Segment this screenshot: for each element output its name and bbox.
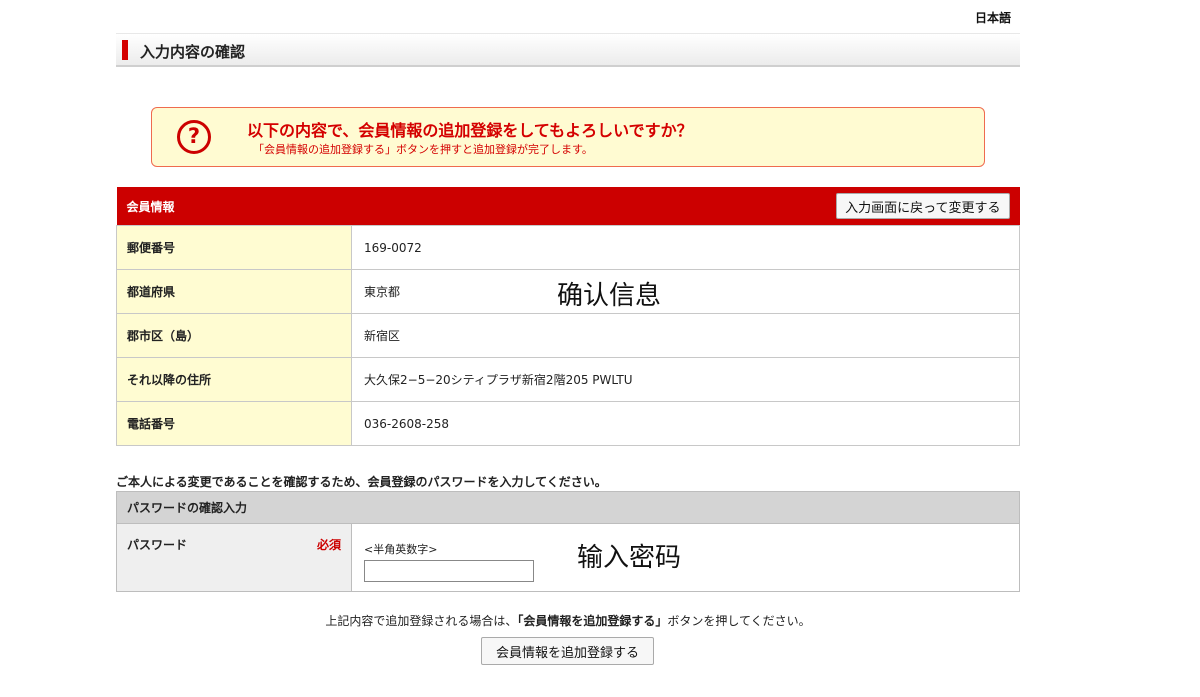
- confirmation-box: ? 以下の内容で、会員情報の追加登録をしてもよろしいですか？ 「会員情報の追加登…: [151, 107, 985, 167]
- password-input[interactable]: [364, 560, 534, 582]
- postal-code-value: 169-0072: [351, 225, 1020, 270]
- password-value-cell: <半角英数字>: [351, 523, 1020, 592]
- back-to-edit-button[interactable]: 入力画面に戻って変更する: [836, 193, 1010, 219]
- prefecture-label: 都道府県: [116, 269, 352, 314]
- table-row: それ以降の住所 大久保2−5−20シティプラザ新宿2階205 PWLTU: [116, 357, 1020, 402]
- confirmation-message: 以下の内容で、会員情報の追加登録をしてもよろしいですか？: [247, 121, 693, 140]
- address-value: 大久保2−5−20シティプラザ新宿2階205 PWLTU: [351, 357, 1020, 402]
- page-header: 入力内容の確認: [116, 33, 1020, 67]
- city-value: 新宿区: [351, 313, 1020, 358]
- submit-instruction-before: 上記内容で追加登録される場合は、: [325, 614, 518, 628]
- member-info-table: 会員情報 入力画面に戻って変更する 郵便番号 169-0072 都道府県 東京都…: [116, 187, 1020, 446]
- password-hint: <半角英数字>: [364, 543, 438, 556]
- phone-value: 036-2608-258: [351, 401, 1020, 446]
- member-info-header: 会員情報 入力画面に戻って変更する: [116, 187, 1020, 226]
- password-table: パスワードの確認入力 パスワード 必須 <半角英数字>: [116, 491, 1020, 592]
- submit-registration-button[interactable]: 会員情報を追加登録する: [481, 637, 654, 665]
- confirm-info-annotation: 确认信息: [557, 281, 662, 311]
- submit-instruction: 上記内容で追加登録される場合は、「会員情報を追加登録する」ボタンを押してください…: [116, 612, 1020, 629]
- table-row: 郡市区（島） 新宿区: [116, 313, 1020, 358]
- table-row: パスワード 必須 <半角英数字>: [116, 523, 1020, 592]
- password-label-cell: パスワード 必須: [116, 523, 352, 592]
- postal-code-label: 郵便番号: [116, 225, 352, 270]
- table-row: 電話番号 036-2608-258: [116, 401, 1020, 446]
- password-label: パスワード: [127, 538, 188, 552]
- prefecture-value: 東京都: [351, 269, 1020, 314]
- member-info-title: 会員情報: [126, 199, 175, 214]
- city-label: 郡市区（島）: [116, 313, 352, 358]
- phone-label: 電話番号: [116, 401, 352, 446]
- password-section-title: パスワードの確認入力: [116, 491, 1020, 524]
- header-accent-bar: [122, 40, 128, 60]
- question-circle-icon: ?: [177, 120, 211, 154]
- submit-instruction-bold: 「会員情報を追加登録する」: [517, 614, 668, 628]
- enter-password-annotation: 输入密码: [577, 543, 682, 573]
- required-badge: 必須: [316, 538, 341, 552]
- submit-instruction-after: ボタンを押してください。: [667, 614, 811, 628]
- table-row: 郵便番号 169-0072: [116, 225, 1020, 270]
- language-link[interactable]: 日本語: [975, 9, 1011, 26]
- address-label: それ以降の住所: [116, 357, 352, 402]
- password-instruction: ご本人による変更であることを確認するため、会員登録のパスワードを入力してください…: [116, 475, 607, 489]
- page-title: 入力内容の確認: [140, 43, 246, 61]
- confirmation-subtext: 「会員情報の追加登録する」ボタンを押すと追加登録が完了します。: [253, 143, 593, 156]
